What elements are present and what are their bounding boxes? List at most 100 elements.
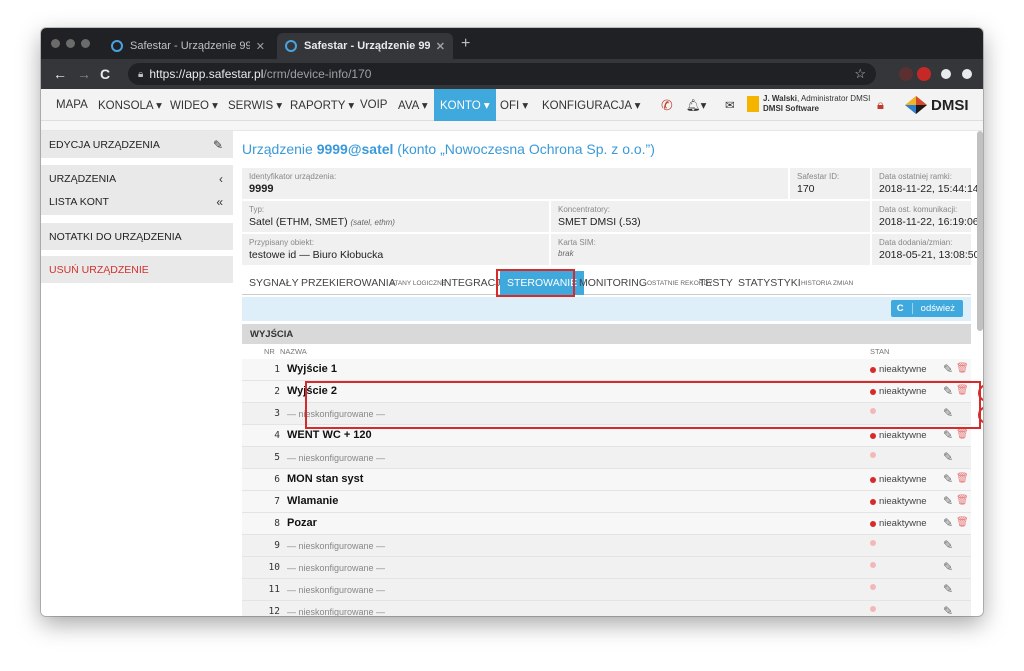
extension-icon[interactable] bbox=[899, 67, 913, 81]
page-scrollbar[interactable] bbox=[977, 131, 983, 331]
row-name: Wyjście 1 bbox=[287, 363, 337, 375]
user-company: DMSI Software bbox=[763, 104, 820, 113]
safestar-favicon-icon bbox=[285, 40, 297, 52]
info-value: 2018-05-21, 13:08:50 bbox=[879, 249, 980, 261]
pencil-icon[interactable]: ✎ bbox=[943, 516, 953, 530]
browser-tab-2[interactable]: Safestar - Urządzenie 9999@... ✕ bbox=[277, 33, 453, 59]
row-number: 11 bbox=[268, 584, 280, 595]
window-zoom-dot[interactable] bbox=[81, 39, 90, 48]
refresh-icon: C bbox=[897, 303, 913, 314]
table-row[interactable]: 8 Pozar nieaktywne ✎ 🗑︎ bbox=[242, 513, 971, 535]
address-bar[interactable]: 🔒︎ https://app.safestar.pl/crm/device-in… bbox=[128, 63, 876, 85]
sidebar-item-edycja[interactable]: EDYCJA URZĄDZENIA ✎ bbox=[41, 131, 233, 159]
forward-arrow-icon[interactable]: → bbox=[77, 66, 91, 82]
nav-konfiguracja[interactable]: KONFIGURACJA ▾ bbox=[542, 89, 640, 121]
info-added: Data dodania/zmian: 2018-05-21, 13:08:50 bbox=[872, 234, 980, 265]
nav-serwis[interactable]: SERWIS ▾ bbox=[228, 89, 282, 121]
pencil-icon[interactable]: ✎ bbox=[943, 494, 953, 508]
table-row[interactable]: 1 Wyjście 1 nieaktywne ✎ 🗑︎ bbox=[242, 359, 971, 381]
bell-icon[interactable]: 🔔︎▾ bbox=[686, 89, 706, 121]
info-type: Typ: Satel (ETHM, SMET) (satel, ethm) bbox=[242, 201, 549, 232]
title-device-id: 9999@satel bbox=[316, 141, 394, 157]
table-row[interactable]: 9 — nieskonfigurowane — ✎ bbox=[242, 535, 971, 557]
profile-icon[interactable] bbox=[941, 69, 951, 79]
row-state-label: nieaktywne bbox=[879, 430, 927, 441]
tab-monitoring[interactable]: MONITORING bbox=[579, 271, 647, 295]
window-close-dot[interactable] bbox=[51, 39, 60, 48]
row-state bbox=[870, 452, 879, 458]
table-row[interactable]: 10 — nieskonfigurowane — ✎ bbox=[242, 557, 971, 579]
tab-statystyki[interactable]: STATYSTYKI bbox=[738, 271, 801, 295]
tab-close-icon[interactable]: ✕ bbox=[436, 40, 445, 53]
tab-sygnaly[interactable]: SYGNAŁY bbox=[249, 271, 299, 295]
lock-icon[interactable]: 🔒︎ bbox=[877, 89, 884, 121]
nav-mapa[interactable]: MAPA bbox=[56, 89, 88, 121]
pencil-icon[interactable]: ✎ bbox=[943, 538, 953, 552]
mail-icon[interactable]: ✉ bbox=[725, 89, 735, 121]
tab-przekierowania[interactable]: PRZEKIEROWANIA bbox=[301, 271, 396, 295]
row-name: — nieskonfigurowane — bbox=[287, 585, 386, 595]
trash-icon[interactable]: 🗑︎ bbox=[956, 473, 969, 484]
info-label: Koncentratory: bbox=[558, 205, 611, 214]
table-row[interactable]: 11 — nieskonfigurowane — ✎ bbox=[242, 579, 971, 601]
double-chevron-left-icon: « bbox=[216, 194, 223, 209]
title-prefix: Urządzenie bbox=[242, 141, 317, 157]
row-state: nieaktywne bbox=[870, 518, 927, 529]
nav-wideo[interactable]: WIDEO ▾ bbox=[170, 89, 218, 121]
nav-ofi[interactable]: OFI ▾ bbox=[500, 89, 528, 121]
trash-icon[interactable]: 🗑︎ bbox=[956, 429, 969, 440]
window-minimize-dot[interactable] bbox=[66, 39, 75, 48]
tab-close-icon[interactable]: ✕ bbox=[256, 40, 265, 53]
pencil-icon[interactable]: ✎ bbox=[943, 604, 953, 616]
row-number: 2 bbox=[274, 386, 280, 397]
pencil-icon[interactable]: ✎ bbox=[943, 472, 953, 486]
table-row[interactable]: 6 MON stan syst nieaktywne ✎ 🗑︎ bbox=[242, 469, 971, 491]
pencil-icon[interactable]: ✎ bbox=[943, 428, 953, 442]
browser-tab-title: Safestar - Urządzenie 9999@... bbox=[130, 40, 250, 52]
back-arrow-icon[interactable]: ← bbox=[53, 66, 67, 82]
nav-konsola[interactable]: KONSOLA ▾ bbox=[98, 89, 162, 121]
new-tab-icon[interactable]: + bbox=[461, 35, 470, 53]
phone-icon[interactable]: ✆ bbox=[661, 89, 673, 121]
row-number: 5 bbox=[274, 452, 280, 463]
app-navbar: MAPA KONSOLA ▾ WIDEO ▾ SERWIS ▾ RAPORTY … bbox=[41, 89, 983, 121]
table-row[interactable]: 7 Wlamanie nieaktywne ✎ 🗑︎ bbox=[242, 491, 971, 513]
chevron-left-icon: ‹ bbox=[219, 171, 223, 186]
bookmark-star-icon[interactable]: ☆ bbox=[854, 66, 866, 82]
tab-ostatnie-rekordy[interactable]: OSTATNIE REKORDY bbox=[647, 271, 713, 295]
trash-icon[interactable]: 🗑︎ bbox=[956, 495, 969, 506]
section-header: WYJŚCIA bbox=[242, 324, 971, 344]
extension-icon[interactable] bbox=[917, 67, 931, 81]
sidebar-item-notatki[interactable]: NOTATKI DO URZĄDZENIA bbox=[41, 223, 233, 251]
pencil-icon[interactable]: ✎ bbox=[943, 450, 953, 464]
signal-icon[interactable] bbox=[747, 96, 759, 112]
nav-voip[interactable]: VOIP bbox=[360, 89, 387, 121]
trash-icon[interactable]: 🗑︎ bbox=[956, 363, 969, 374]
nav-ava[interactable]: AVA ▾ bbox=[398, 89, 428, 121]
info-label: Data ostatniej ramki: bbox=[879, 172, 952, 181]
col-nr: NR bbox=[264, 347, 275, 356]
pencil-icon[interactable]: ✎ bbox=[943, 362, 953, 376]
sidebar-item-usun[interactable]: USUŃ URZĄDZENIE bbox=[41, 256, 233, 284]
nav-raporty[interactable]: RAPORTY ▾ bbox=[290, 89, 354, 121]
tab-historia-zmian[interactable]: HISTORIA ZMIAN bbox=[801, 271, 853, 295]
tab-stany-logiczne[interactable]: STANY LOGICZNE bbox=[390, 271, 446, 295]
col-name: NAZWA bbox=[280, 347, 307, 356]
nav-konto[interactable]: KONTO ▾ bbox=[434, 89, 496, 121]
refresh-button[interactable]: C odśwież bbox=[890, 300, 963, 317]
sidebar-item-lista-kont[interactable]: LISTA KONT « bbox=[41, 188, 233, 216]
table-row[interactable]: 5 — nieskonfigurowane — ✎ bbox=[242, 447, 971, 469]
tab-testy[interactable]: TESTY bbox=[699, 271, 733, 295]
row-number: 8 bbox=[274, 518, 280, 529]
info-value: Satel (ETHM, SMET) bbox=[249, 216, 348, 228]
user-info[interactable]: J. Walski, Administrator DMSI DMSI Softw… bbox=[763, 94, 870, 114]
col-state: STAN bbox=[870, 347, 890, 356]
pencil-icon[interactable]: ✎ bbox=[943, 560, 953, 574]
pencil-icon[interactable]: ✎ bbox=[943, 582, 953, 596]
trash-icon[interactable]: 🗑︎ bbox=[956, 517, 969, 528]
menu-icon[interactable] bbox=[962, 69, 972, 79]
browser-tab-1[interactable]: Safestar - Urządzenie 9999@... ✕ bbox=[103, 33, 273, 59]
reload-icon[interactable]: C bbox=[100, 66, 110, 82]
table-row[interactable]: 12 — nieskonfigurowane — ✎ bbox=[242, 601, 971, 616]
row-state bbox=[870, 606, 879, 612]
